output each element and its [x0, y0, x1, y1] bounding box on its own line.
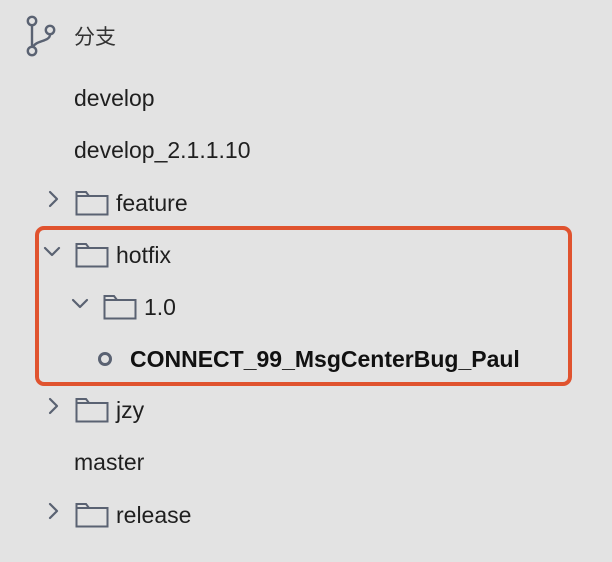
tree-item-label: 1.0: [144, 294, 176, 320]
folder-icon: [75, 395, 109, 423]
tree-item-label: jzy: [116, 397, 145, 423]
folder-icon: [75, 240, 109, 268]
tree-item-label: CONNECT_99_MsgCenterBug_Paul: [130, 346, 520, 372]
tree-item-current-branch[interactable]: CONNECT_99_MsgCenterBug_Paul: [0, 339, 612, 379]
git-branch-icon: [24, 14, 60, 58]
branches-section-title: 分支: [74, 25, 116, 49]
tree-item-master[interactable]: master: [0, 442, 612, 482]
tree-folder-hotfix-1-0[interactable]: 1.0: [0, 287, 612, 327]
chevron-right-icon[interactable]: [44, 189, 64, 209]
folder-icon: [103, 292, 137, 320]
chevron-right-icon[interactable]: [44, 501, 64, 521]
tree-item-label: develop_2.1.1.10: [74, 137, 251, 163]
tree-item-label: hotfix: [116, 242, 171, 268]
chevron-right-icon[interactable]: [44, 396, 64, 416]
tree-folder-jzy[interactable]: jzy: [0, 390, 612, 430]
tree-folder-hotfix[interactable]: hotfix: [0, 235, 612, 275]
tree-item-label: feature: [116, 190, 188, 216]
tree-item-develop[interactable]: develop: [0, 78, 612, 118]
branches-section-header[interactable]: 分支: [0, 14, 612, 57]
chevron-down-icon[interactable]: [70, 294, 90, 314]
tree-item-label: develop: [74, 85, 155, 111]
tree-item-label: release: [116, 502, 192, 528]
tree-item-label: master: [74, 449, 145, 475]
chevron-down-icon[interactable]: [42, 242, 62, 262]
folder-icon: [75, 188, 109, 216]
tree-folder-release[interactable]: release: [0, 495, 612, 535]
tree-item-develop-2-1-1-10[interactable]: develop_2.1.1.10: [0, 130, 612, 170]
current-branch-dot-icon: [98, 352, 112, 366]
tree-folder-feature[interactable]: feature: [0, 183, 612, 223]
folder-icon: [75, 500, 109, 528]
